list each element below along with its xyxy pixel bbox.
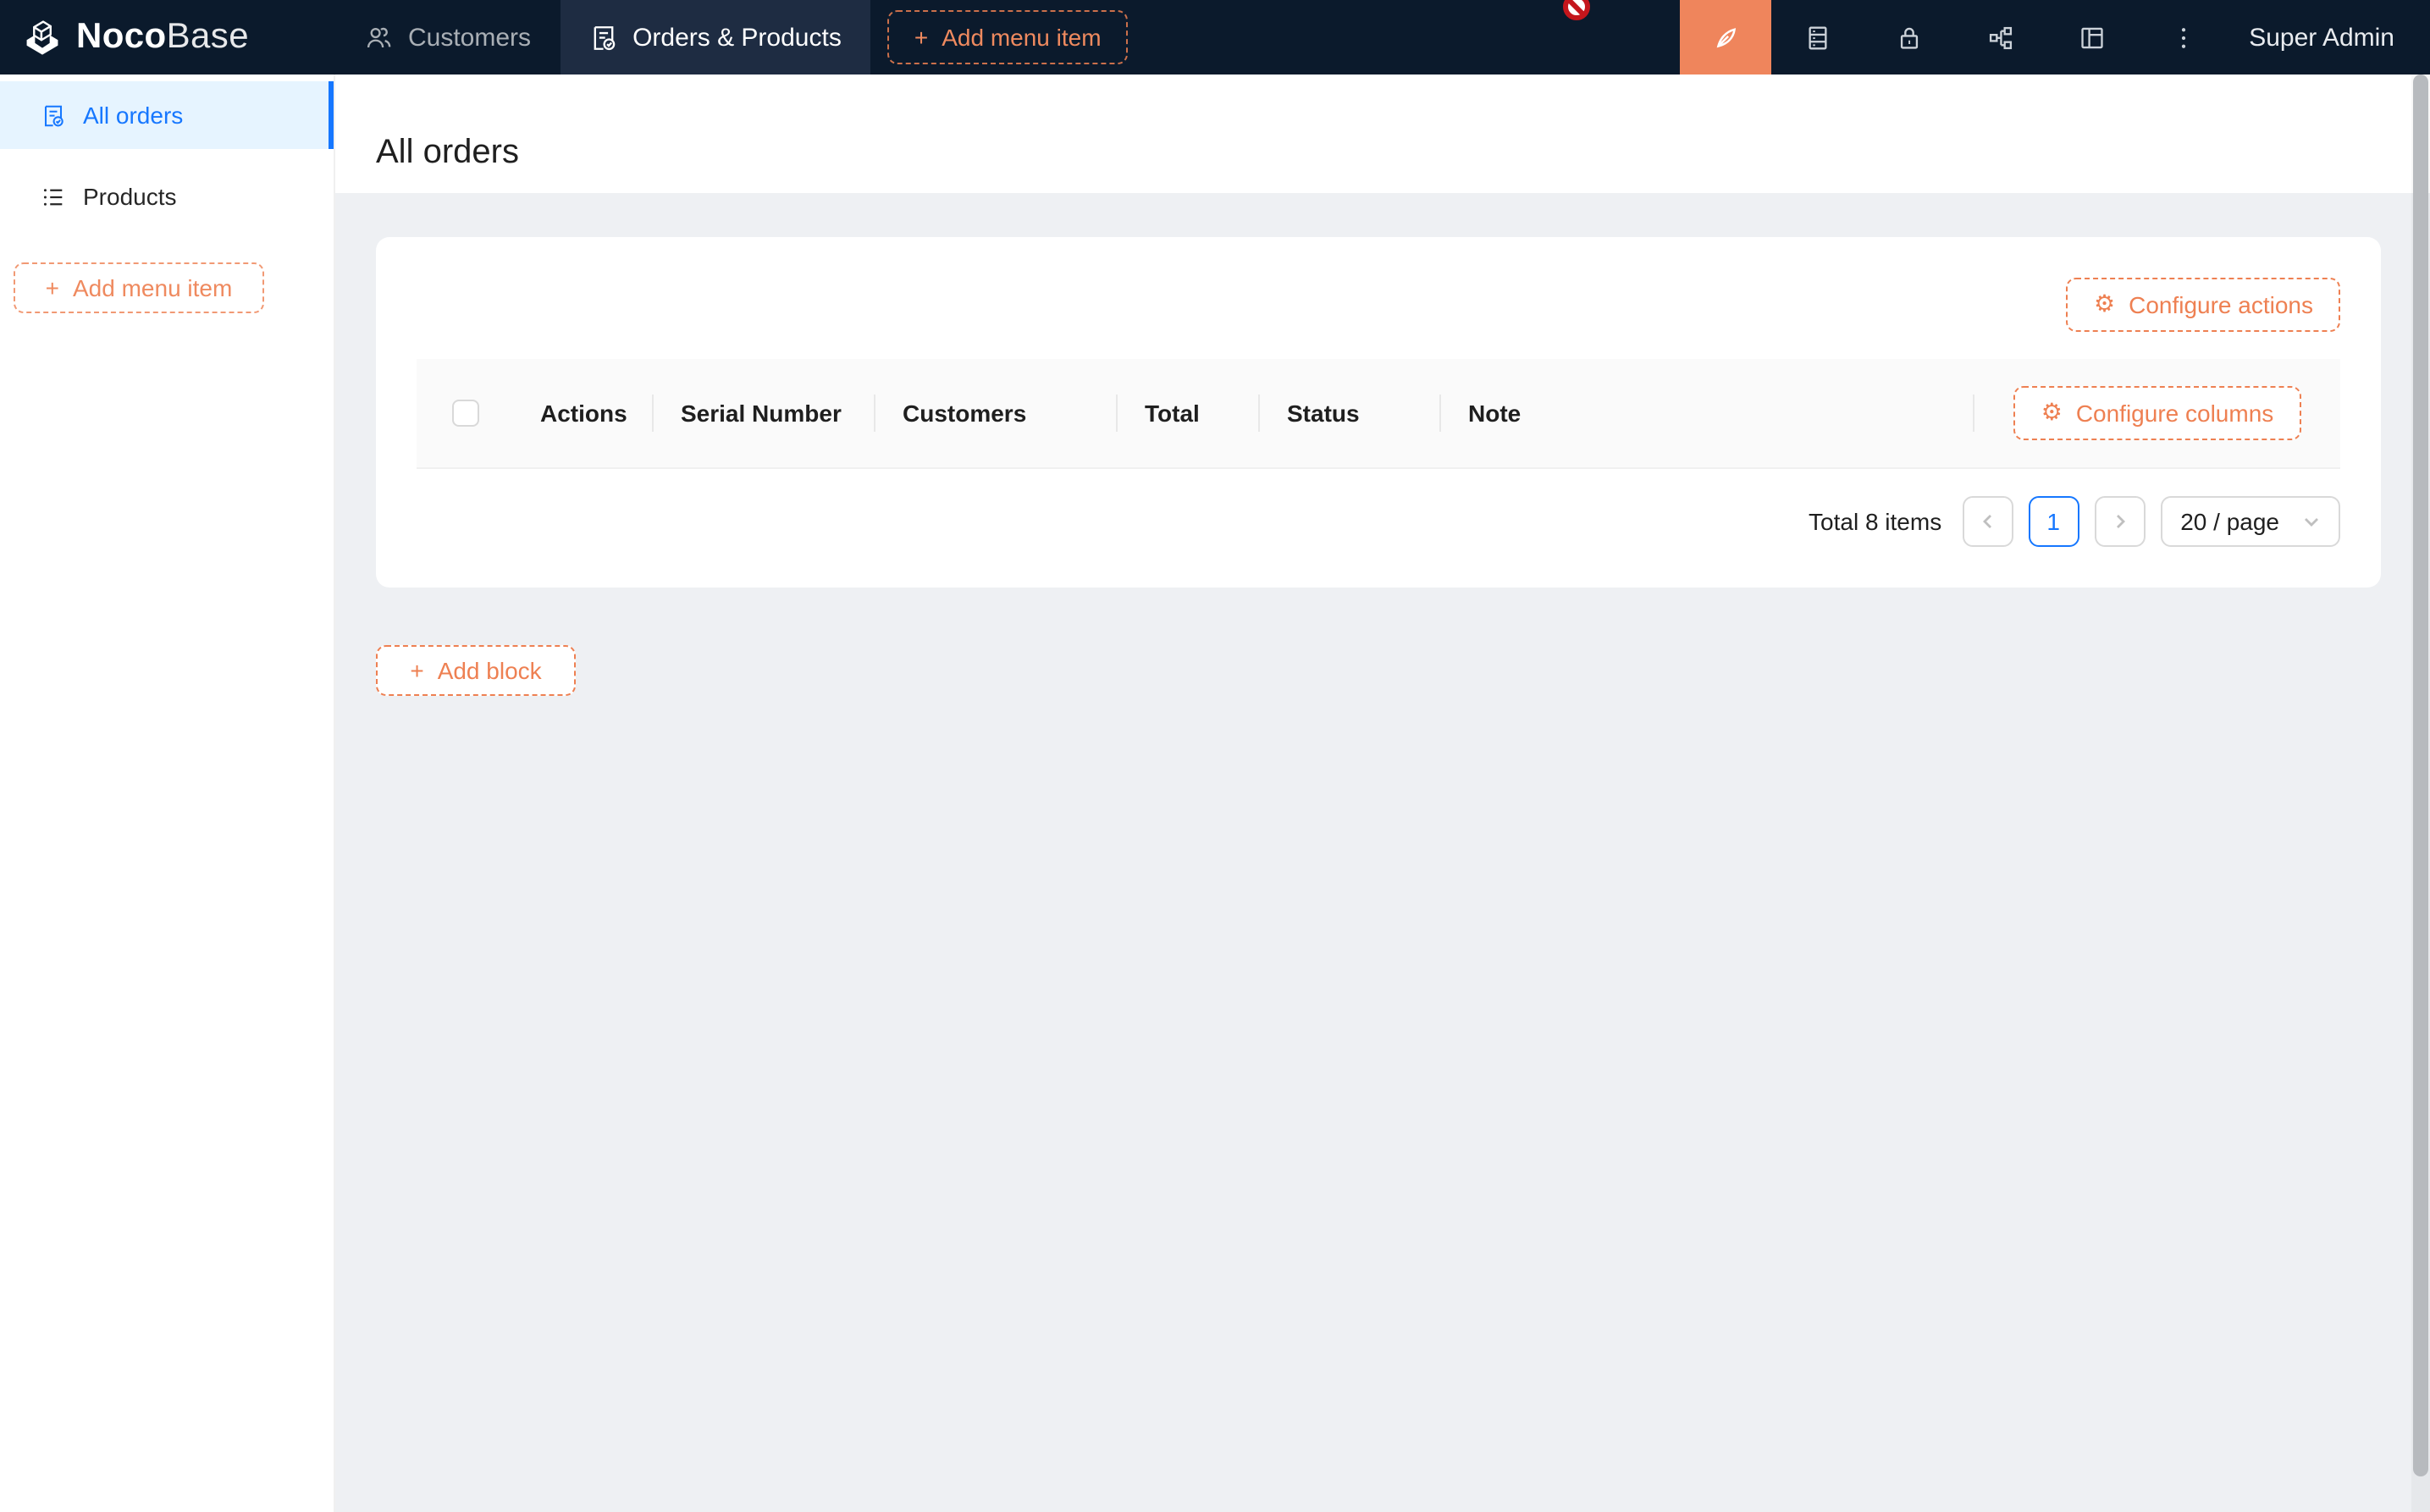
header-total: Total [1118, 359, 1260, 467]
gear-icon: ⚙ [2094, 293, 2115, 317]
app-root: NocoBase Customers Orders & [0, 0, 2430, 1512]
navbar-right-icons: Super Admin [1680, 0, 2430, 74]
page-content: ⚙ Configure actions Actions Serial Numbe… [335, 193, 2430, 1512]
gear-icon: ⚙ [2041, 401, 2063, 425]
sidebar-item-label: All orders [83, 102, 183, 129]
layout-icon[interactable] [2046, 0, 2137, 74]
nocobase-logo-icon [20, 15, 64, 59]
plus-icon: + [46, 274, 59, 301]
sidebar-menu: All orders Products [0, 74, 334, 230]
sidebar-item-products[interactable]: Products [0, 163, 334, 230]
plus-icon: + [914, 24, 928, 51]
top-navbar: NocoBase Customers Orders & [0, 0, 2430, 74]
pagination-next-button[interactable] [2094, 495, 2145, 546]
page-title: All orders [376, 134, 519, 173]
chevron-right-icon [2111, 512, 2128, 529]
team-icon [364, 23, 393, 52]
tab-label: Orders & Products [632, 23, 842, 52]
sidebar-item-all-orders[interactable]: All orders [0, 81, 334, 149]
header-status: Status [1260, 359, 1441, 467]
orders-table: Actions Serial Number Customers Total St… [417, 359, 2340, 468]
ui-editor-highlighter-icon[interactable] [1680, 0, 1771, 74]
pagination-total: Total 8 items [1809, 507, 1941, 534]
not-allowed-cursor-icon [1563, 0, 1590, 20]
tab-customers[interactable]: Customers [335, 0, 560, 74]
lock-icon[interactable] [1863, 0, 1954, 74]
header-customers: Customers [875, 359, 1118, 467]
logo-text: NocoBase [76, 17, 249, 58]
orders-table-block: ⚙ Configure actions Actions Serial Numbe… [376, 237, 2381, 587]
pagination-prev-button[interactable] [1962, 495, 2013, 546]
navbar-tabs: Customers Orders & Products [335, 0, 870, 74]
more-icon[interactable] [2137, 0, 2228, 74]
header-actions: Actions [513, 359, 654, 467]
chevron-left-icon [1979, 512, 1996, 529]
add-block-button[interactable]: + Add block [376, 644, 576, 695]
tab-orders-products[interactable]: Orders & Products [560, 0, 870, 74]
page-header: All orders [335, 74, 2430, 193]
list-icon [41, 184, 66, 209]
page-size-select[interactable]: 20 / page [2160, 495, 2340, 546]
select-all-checkbox[interactable] [451, 400, 478, 428]
user-menu[interactable]: Super Admin [2228, 0, 2430, 74]
plus-icon: + [410, 656, 423, 683]
configure-actions-button[interactable]: ⚙ Configure actions [2067, 278, 2340, 332]
sidebar-item-label: Products [83, 183, 177, 210]
nocobase-logo: NocoBase [0, 0, 335, 74]
pagination: Total 8 items 1 20 / page [417, 495, 2340, 546]
header-configure-columns-cell: ⚙ Configure columns [1974, 359, 2340, 467]
chevron-down-icon [2303, 512, 2320, 529]
file-done-icon [41, 102, 66, 128]
navbar-add-menu-item-button[interactable]: + Add menu item [887, 10, 1129, 64]
table-header: Actions Serial Number Customers Total St… [417, 359, 2340, 467]
header-note: Note [1441, 359, 1974, 467]
workflow-icon[interactable] [1954, 0, 2046, 74]
main-area: All orders ⚙ Configure actions [335, 74, 2430, 1512]
select-all-header-cell [417, 359, 513, 467]
tab-label: Customers [408, 23, 531, 52]
sidebar: All orders Products + Add menu item [0, 74, 335, 1512]
header-serial-number: Serial Number [654, 359, 875, 467]
sidebar-add-menu-item-button[interactable]: + Add menu item [14, 262, 264, 313]
configure-columns-button[interactable]: ⚙ Configure columns [2014, 386, 2301, 440]
table-toolbar: ⚙ Configure actions [417, 278, 2340, 332]
collections-icon[interactable] [1771, 0, 1863, 74]
pagination-page-1[interactable]: 1 [2028, 495, 2079, 546]
file-done-icon [588, 23, 617, 52]
scrollbar-thumb[interactable] [2413, 74, 2428, 1476]
